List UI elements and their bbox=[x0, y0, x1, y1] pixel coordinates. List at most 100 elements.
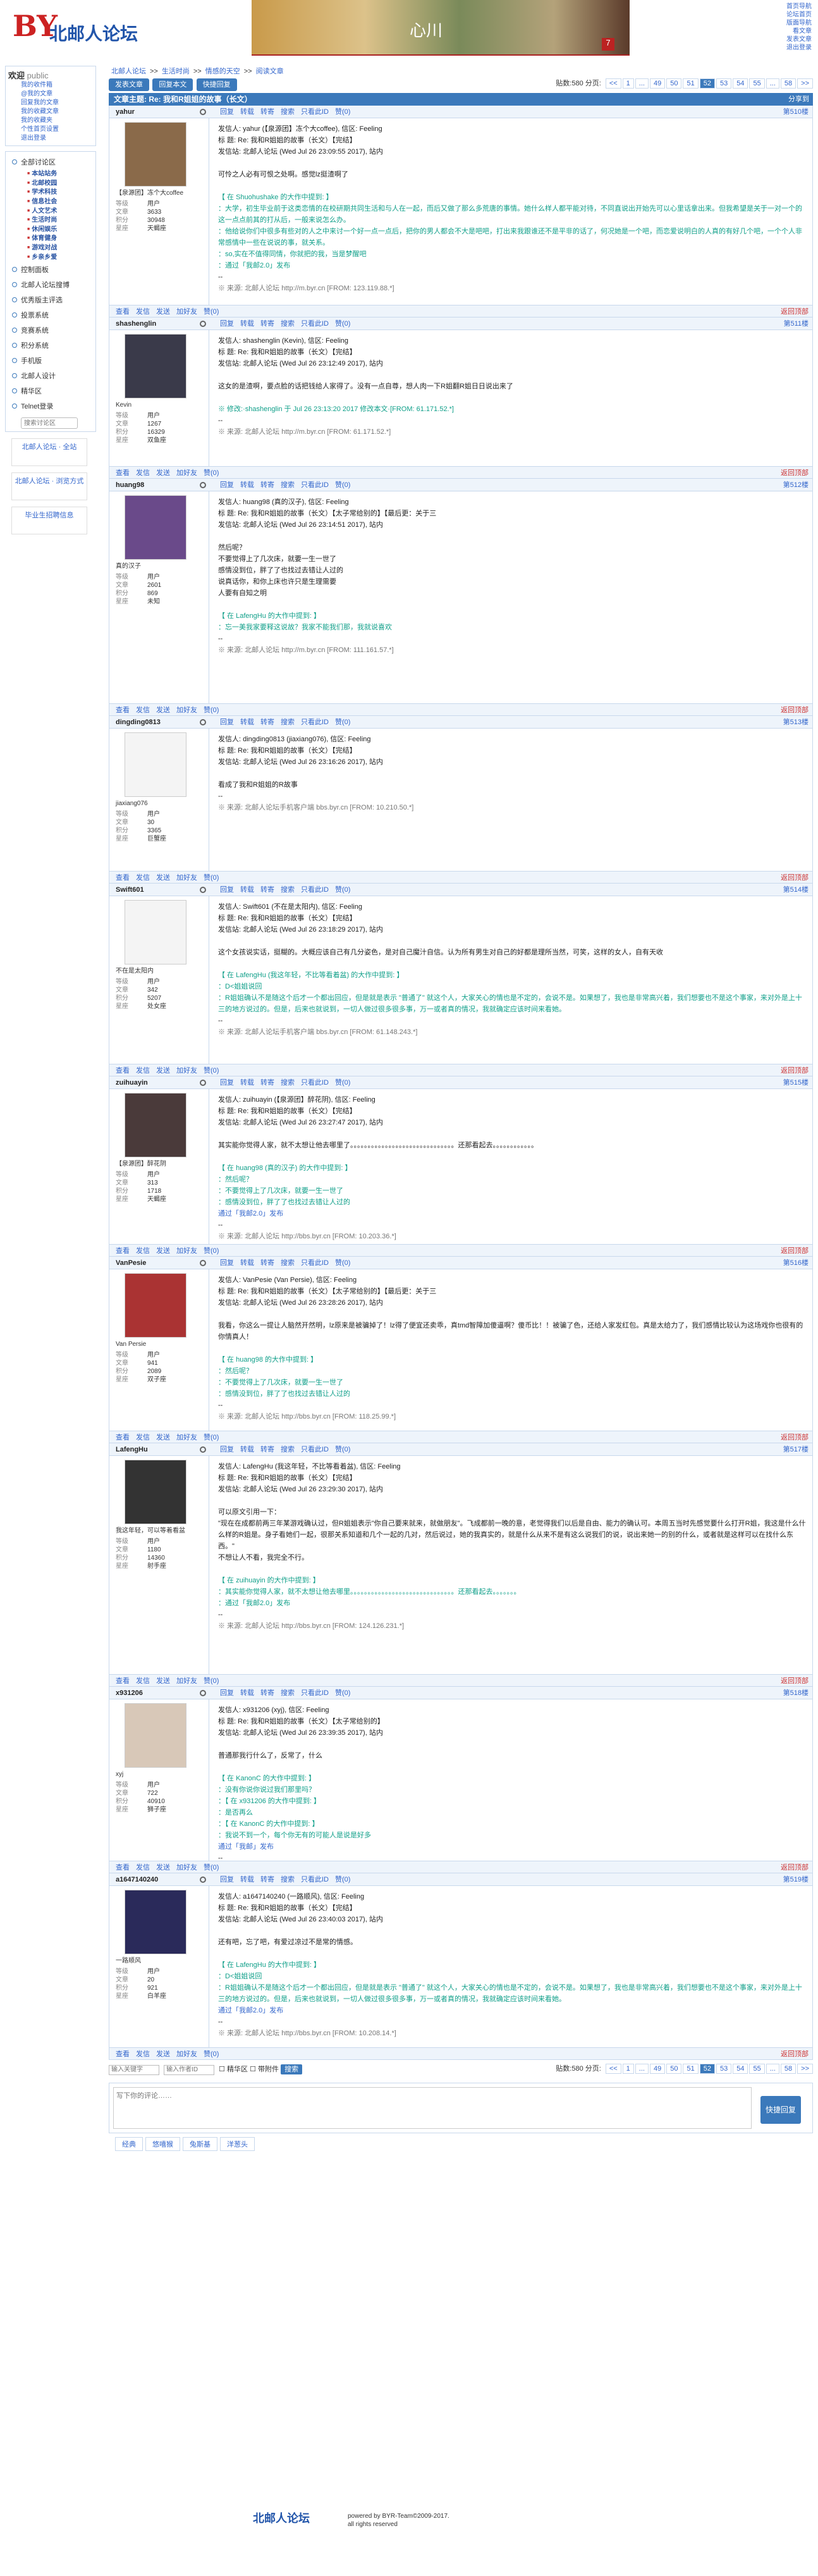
page-link[interactable]: 58 bbox=[780, 78, 797, 89]
post-action-2[interactable]: 转寄 bbox=[260, 481, 274, 489]
avatar[interactable] bbox=[125, 1703, 186, 1768]
post-foot-link[interactable]: 赞(0) bbox=[204, 2050, 219, 2058]
post-foot-link[interactable]: 加好友 bbox=[176, 1677, 197, 1685]
post-action-5[interactable]: 赞(0) bbox=[335, 1876, 350, 1883]
nav-item[interactable]: 手机版 bbox=[8, 353, 93, 368]
page-link[interactable]: 52 bbox=[699, 78, 715, 89]
post-foot-link[interactable]: 赞(0) bbox=[204, 1677, 219, 1685]
post-foot-link[interactable]: 查看 bbox=[116, 1677, 130, 1685]
reply-button[interactable]: 回复本文 bbox=[152, 78, 193, 91]
back-to-top-link[interactable]: 返回顶部 bbox=[781, 872, 809, 884]
page-link[interactable]: 50 bbox=[666, 2064, 682, 2074]
post-foot-link[interactable]: 发送 bbox=[156, 706, 170, 714]
nav-item[interactable]: 北邮人设计 bbox=[8, 368, 93, 383]
back-to-top-link[interactable]: 返回顶部 bbox=[781, 305, 809, 318]
post-action-3[interactable]: 搜索 bbox=[281, 320, 295, 328]
post-action-3[interactable]: 搜索 bbox=[281, 718, 295, 726]
post-action-3[interactable]: 搜索 bbox=[281, 481, 295, 489]
nav-sub-item[interactable]: 北邮校园 bbox=[8, 179, 93, 188]
post-signature[interactable]: 通过「我邮」发布 bbox=[218, 1841, 807, 1852]
post-author-id[interactable]: zuihuayin bbox=[116, 1076, 148, 1089]
page-link[interactable]: 52 bbox=[699, 2064, 715, 2074]
back-to-top-link[interactable]: 返回顶部 bbox=[781, 1064, 809, 1077]
avatar[interactable] bbox=[125, 1093, 186, 1157]
post-author-id[interactable]: LafengHu bbox=[116, 1443, 148, 1456]
top-link[interactable]: 首页导航 bbox=[786, 3, 812, 11]
banner-ad[interactable]: 心川 7 bbox=[252, 0, 630, 56]
post-author-id[interactable]: shashenglin bbox=[116, 317, 156, 330]
page-link[interactable]: >> bbox=[797, 78, 813, 89]
nav-item[interactable]: 竞赛系统 bbox=[8, 323, 93, 338]
post-foot-link[interactable]: 发送 bbox=[156, 2050, 170, 2058]
emoji-tab[interactable]: 经典 bbox=[115, 2137, 143, 2151]
page-link[interactable]: 50 bbox=[666, 78, 682, 89]
post-action-3[interactable]: 搜索 bbox=[281, 1259, 295, 1267]
post-action-4[interactable]: 只看此ID bbox=[301, 718, 329, 726]
post-action-3[interactable]: 搜索 bbox=[281, 1689, 295, 1697]
top-link[interactable]: 看文章 bbox=[786, 27, 812, 35]
new-post-button[interactable]: 发表文章 bbox=[109, 78, 149, 91]
post-foot-link[interactable]: 加好友 bbox=[176, 1067, 197, 1075]
avatar[interactable] bbox=[125, 900, 186, 964]
post-signature[interactable]: 通过「我邮2.0」发布 bbox=[218, 2005, 807, 2016]
post-foot-link[interactable]: 发送 bbox=[156, 1434, 170, 1441]
post-action-4[interactable]: 只看此ID bbox=[301, 320, 329, 328]
post-action-3[interactable]: 搜索 bbox=[281, 886, 295, 894]
post-action-1[interactable]: 转载 bbox=[240, 1079, 254, 1087]
page-link[interactable]: ... bbox=[635, 78, 649, 89]
post-action-4[interactable]: 只看此ID bbox=[301, 1259, 329, 1267]
post-author-id[interactable]: a1647140240 bbox=[116, 1873, 158, 1886]
emoji-tab[interactable]: 兔斯基 bbox=[183, 2137, 217, 2151]
post-foot-link[interactable]: 查看 bbox=[116, 1067, 130, 1075]
post-action-2[interactable]: 转寄 bbox=[260, 1446, 274, 1453]
post-action-1[interactable]: 转载 bbox=[240, 718, 254, 726]
post-foot-link[interactable]: 发送 bbox=[156, 308, 170, 316]
emoji-tab[interactable]: 洋葱头 bbox=[220, 2137, 255, 2151]
post-action-5[interactable]: 赞(0) bbox=[335, 886, 350, 894]
post-action-3[interactable]: 搜索 bbox=[281, 1876, 295, 1883]
post-author-id[interactable]: VanPesie bbox=[116, 1257, 146, 1269]
back-to-top-link[interactable]: 返回顶部 bbox=[781, 1245, 809, 1257]
user-link[interactable]: 我的收藏夹 bbox=[21, 116, 93, 125]
share-link[interactable]: 分享到 bbox=[788, 93, 809, 106]
post-foot-link[interactable]: 发信 bbox=[136, 1864, 150, 1871]
search-button[interactable]: 搜索 bbox=[281, 2064, 303, 2074]
page-link[interactable]: 1 bbox=[622, 2064, 634, 2074]
page-link[interactable]: 55 bbox=[749, 2064, 765, 2074]
page-link[interactable]: 51 bbox=[683, 2064, 699, 2074]
ad-browse[interactable]: 北邮人论坛 · 浏览方式 bbox=[11, 472, 87, 501]
post-action-0[interactable]: 回复 bbox=[220, 320, 234, 328]
post-action-4[interactable]: 只看此ID bbox=[301, 108, 329, 116]
post-action-5[interactable]: 赞(0) bbox=[335, 718, 350, 726]
post-action-0[interactable]: 回复 bbox=[220, 1259, 234, 1267]
board-search-input[interactable] bbox=[21, 417, 78, 429]
page-link[interactable]: 53 bbox=[716, 2064, 732, 2074]
post-action-4[interactable]: 只看此ID bbox=[301, 1689, 329, 1697]
nav-sub-item[interactable]: 人文艺术 bbox=[8, 207, 93, 216]
post-action-1[interactable]: 转载 bbox=[240, 1446, 254, 1453]
page-link[interactable]: 54 bbox=[733, 78, 748, 89]
post-action-0[interactable]: 回复 bbox=[220, 1876, 234, 1883]
user-link[interactable]: 我的收藏文章 bbox=[21, 108, 93, 116]
crumb-link[interactable]: 生活时尚 bbox=[162, 68, 190, 75]
user-link[interactable]: 我的收件箱 bbox=[21, 81, 93, 90]
post-foot-link[interactable]: 发送 bbox=[156, 469, 170, 477]
post-action-3[interactable]: 搜索 bbox=[281, 1446, 295, 1453]
post-action-0[interactable]: 回复 bbox=[220, 481, 234, 489]
post-action-5[interactable]: 赞(0) bbox=[335, 1446, 350, 1453]
post-foot-link[interactable]: 加好友 bbox=[176, 706, 197, 714]
nav-item[interactable]: 北邮人论坛搜博 bbox=[8, 277, 93, 292]
nav-sub-item[interactable]: 生活时尚 bbox=[8, 216, 93, 225]
nav-item[interactable]: 控制面板 bbox=[8, 262, 93, 277]
submit-reply-button[interactable]: 快捷回复 bbox=[760, 2096, 801, 2124]
back-to-top-link[interactable]: 返回顶部 bbox=[781, 2048, 809, 2061]
page-link[interactable]: 55 bbox=[749, 78, 765, 89]
nav-item[interactable]: 积分系统 bbox=[8, 338, 93, 353]
post-foot-link[interactable]: 查看 bbox=[116, 2050, 130, 2058]
post-author-id[interactable]: x931206 bbox=[116, 1687, 143, 1699]
avatar[interactable] bbox=[125, 495, 186, 560]
post-author-id[interactable]: Swift601 bbox=[116, 884, 144, 896]
page-link[interactable]: << bbox=[605, 78, 621, 89]
nav-sub-item[interactable]: 本站站务 bbox=[8, 169, 93, 179]
post-foot-link[interactable]: 发信 bbox=[136, 706, 150, 714]
